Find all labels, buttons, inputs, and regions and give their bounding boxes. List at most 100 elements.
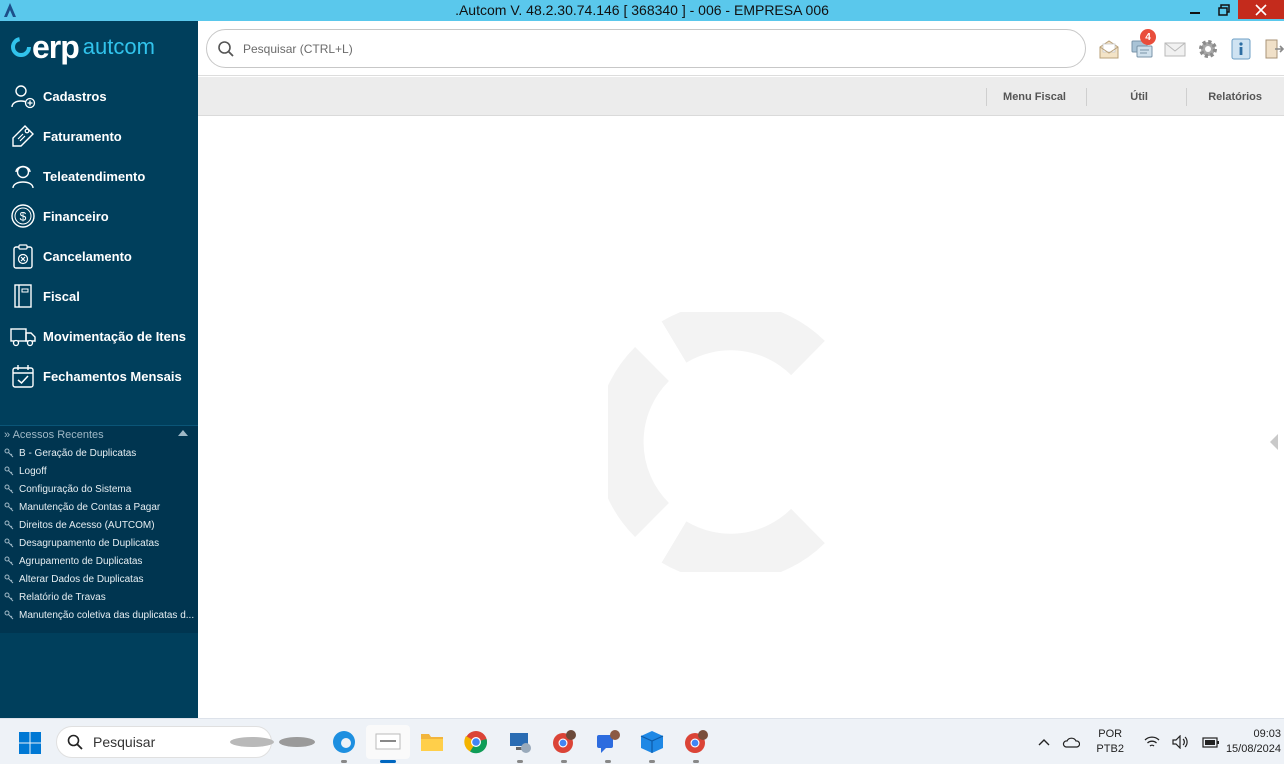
key-icon — [4, 520, 14, 530]
edge-browser-icon — [332, 730, 356, 754]
sidebar-item-financeiro[interactable]: $ Financeiro — [0, 196, 198, 236]
key-icon — [4, 502, 14, 512]
taskbar-chat-app[interactable] — [586, 725, 630, 759]
wifi-button[interactable] — [1144, 735, 1160, 749]
search-box[interactable] — [206, 29, 1086, 68]
settings-button[interactable] — [1191, 36, 1224, 62]
taskbar-chrome[interactable] — [454, 725, 498, 759]
clock-time: 09:03 — [1226, 727, 1281, 742]
sidebar-item-label: Teleatendimento — [43, 169, 145, 184]
minimize-button[interactable] — [1180, 0, 1209, 19]
recent-access-item[interactable]: Alterar Dados de Duplicatas — [0, 570, 198, 588]
exit-button[interactable] — [1257, 36, 1284, 62]
onedrive-button[interactable] — [1062, 736, 1080, 748]
recent-access-item[interactable]: Configuração do Sistema — [0, 480, 198, 498]
key-icon — [4, 466, 14, 476]
calendar-check-icon — [10, 363, 36, 389]
speaker-icon — [1172, 735, 1190, 749]
wifi-icon — [1144, 735, 1160, 749]
restore-icon — [1218, 4, 1230, 16]
clock-date: 15/08/2024 — [1226, 742, 1281, 757]
autcom-watermark-logo — [608, 312, 828, 572]
clipboard-cancel-icon — [10, 243, 36, 269]
key-icon — [4, 556, 14, 566]
info-button[interactable] — [1224, 36, 1257, 62]
sidebar: erp autcom Cadastros Faturamento — [0, 21, 198, 718]
taskbar-remote-app[interactable] — [366, 725, 410, 759]
running-indicator — [649, 760, 655, 763]
show-hidden-icons-button[interactable] — [1038, 738, 1050, 746]
sidebar-item-movimentacao[interactable]: Movimentação de Itens — [0, 316, 198, 356]
sidebar-item-fiscal[interactable]: Fiscal — [0, 276, 198, 316]
messages-button[interactable]: 4 — [1125, 36, 1158, 62]
recent-access-title: » Acessos Recentes — [4, 429, 104, 441]
menu-fiscal[interactable]: Menu Fiscal — [986, 88, 1086, 106]
sidebar-menu: Cadastros Faturamento Teleatendimento $ — [0, 76, 198, 396]
recent-access-item[interactable]: Agrupamento de Duplicatas — [0, 552, 198, 570]
menu-relatorios[interactable]: Relatórios — [1186, 88, 1284, 106]
sidebar-item-fechamentos[interactable]: Fechamentos Mensais — [0, 356, 198, 396]
user-add-icon — [10, 83, 36, 109]
recent-access-item[interactable]: Desagrupamento de Duplicatas — [0, 534, 198, 552]
recent-access-label: Manutenção coletiva das duplicatas d... — [19, 610, 194, 621]
open-mail-button[interactable] — [1092, 36, 1125, 62]
recent-access-list: B - Geração de DuplicatasLogoff Configura… — [0, 444, 198, 624]
recent-access-header[interactable]: » Acessos Recentes — [0, 426, 198, 444]
recent-access-item[interactable]: Relatório de Travas — [0, 588, 198, 606]
taskbar-package-app[interactable] — [630, 725, 674, 759]
erp-autcom-logo[interactable]: erp autcom — [10, 31, 155, 63]
recent-access-label: Configuração do Sistema — [19, 484, 131, 495]
key-icon — [4, 574, 14, 584]
remote-desktop-icon — [508, 730, 532, 754]
chevron-up-icon — [1038, 738, 1050, 746]
close-button[interactable] — [1238, 0, 1284, 19]
recent-access-item[interactable]: Logoff — [0, 462, 198, 480]
input-language[interactable]: POR PTB2 — [1096, 727, 1124, 757]
taskbar-clock[interactable]: 09:03 15/08/2024 — [1226, 727, 1281, 757]
sidebar-item-label: Fiscal — [43, 289, 80, 304]
taskbar-edge[interactable] — [322, 725, 366, 759]
search-icon — [217, 40, 235, 58]
key-icon — [4, 538, 14, 548]
chrome-profile-icon — [683, 729, 709, 755]
logo-erp-text: erp — [32, 29, 79, 66]
sidebar-item-teleatendimento[interactable]: Teleatendimento — [0, 156, 198, 196]
taskbar-remote-desktop[interactable] — [498, 725, 542, 759]
restore-button[interactable] — [1209, 0, 1238, 19]
taskbar-chrome-profile[interactable] — [542, 725, 586, 759]
recent-access-item[interactable]: Direitos de Acesso (AUTCOM) — [0, 516, 198, 534]
taskbar-file-explorer[interactable] — [410, 725, 454, 759]
menu-util[interactable]: Útil — [1086, 88, 1186, 106]
battery-button[interactable] — [1202, 735, 1220, 749]
chrome-icon — [464, 730, 488, 754]
search-input[interactable] — [243, 42, 1043, 56]
module-menubar: Menu Fiscal Útil Relatórios — [198, 77, 1284, 116]
sidebar-item-cadastros[interactable]: Cadastros — [0, 76, 198, 116]
running-indicator — [561, 760, 567, 763]
key-icon — [4, 610, 14, 620]
recent-access-item[interactable]: Manutenção de Contas a Pagar — [0, 498, 198, 516]
key-icon — [4, 448, 14, 458]
recent-access-item[interactable]: B - Geração de Duplicatas — [0, 444, 198, 462]
chrome-profile-icon — [551, 729, 577, 755]
search-icon — [67, 734, 83, 750]
window-title: .Autcom V. 48.2.30.74.146 [ 368340 ] - 0… — [0, 2, 1284, 18]
minimize-icon — [1189, 4, 1201, 16]
windows-start-icon[interactable] — [18, 731, 42, 755]
recent-access-label: Agrupamento de Duplicatas — [19, 556, 142, 567]
mail-button[interactable] — [1158, 36, 1191, 62]
window-titlebar: .Autcom V. 48.2.30.74.146 [ 368340 ] - 0… — [0, 0, 1284, 21]
recent-access-label: Relatório de Travas — [19, 592, 106, 603]
logo-mark-icon — [10, 36, 32, 58]
collapse-caret-icon[interactable] — [178, 430, 188, 436]
sidebar-item-cancelamento[interactable]: Cancelamento — [0, 236, 198, 276]
recent-access-item[interactable]: Manutenção coletiva das duplicatas d... — [0, 606, 198, 624]
side-panel-toggle[interactable] — [1270, 434, 1278, 450]
taskbar-widget-blur[interactable] — [222, 725, 322, 759]
sidebar-item-faturamento[interactable]: Faturamento — [0, 116, 198, 156]
book-icon — [10, 283, 36, 309]
truck-icon — [10, 323, 36, 349]
windows-taskbar: Pesquisar — [0, 718, 1284, 764]
volume-button[interactable] — [1172, 735, 1190, 749]
taskbar-chrome-profile-2[interactable] — [674, 725, 718, 759]
